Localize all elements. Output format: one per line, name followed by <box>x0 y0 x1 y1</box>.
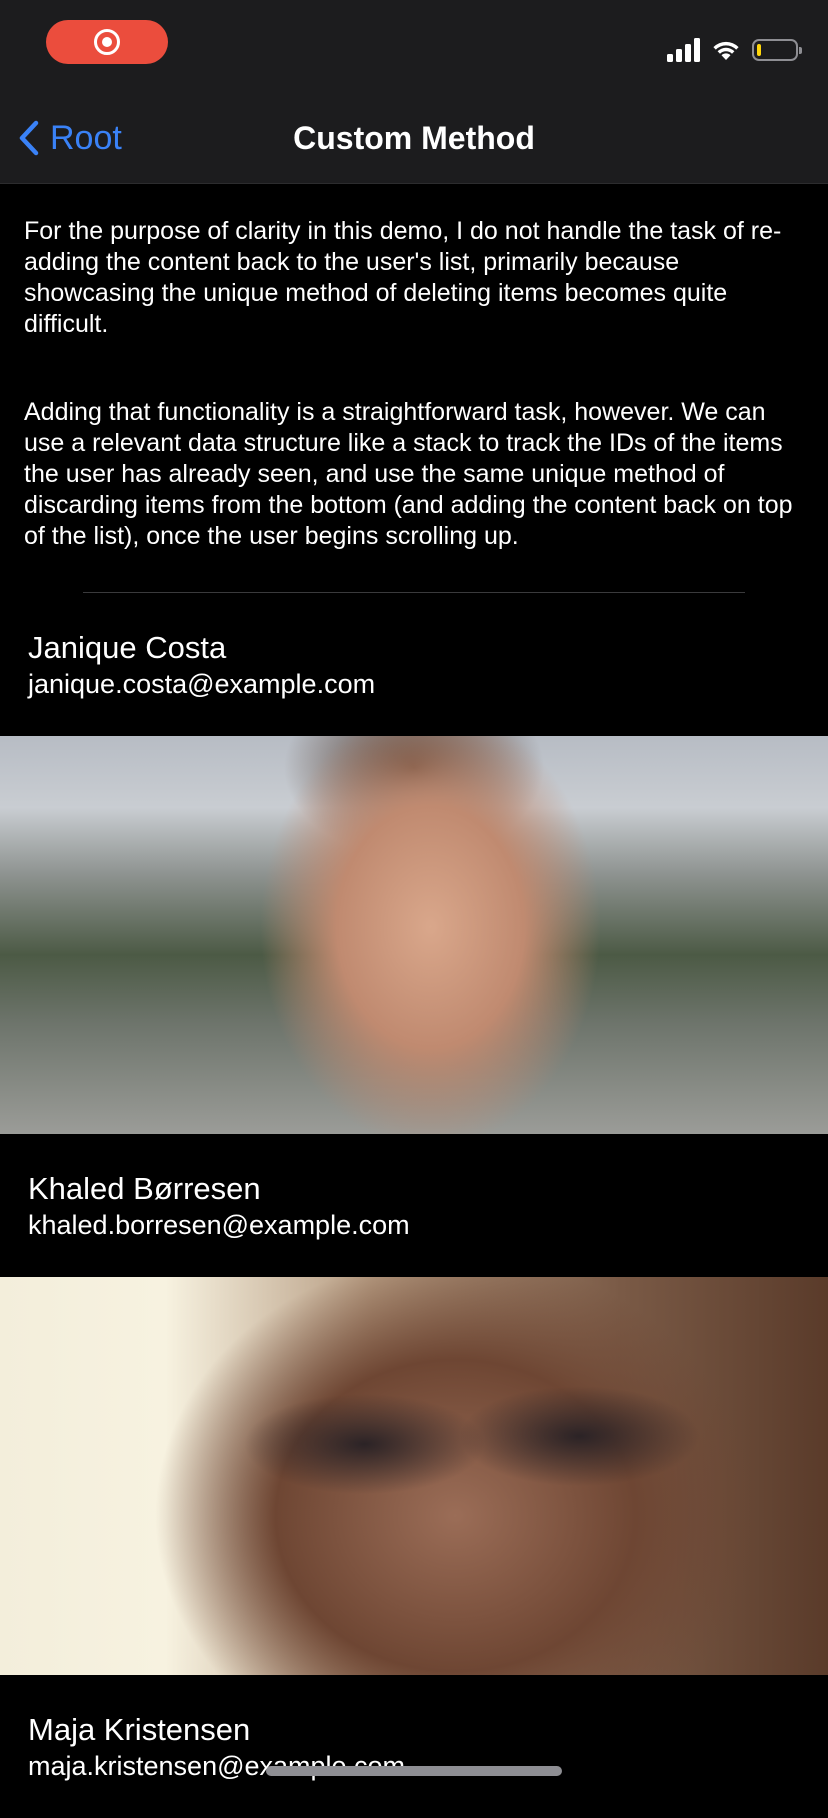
status-icons <box>667 36 802 64</box>
status-bar <box>0 0 828 92</box>
intro-paragraph-2: Adding that functionality is a straightf… <box>24 398 793 550</box>
user-email: khaled.borresen@example.com <box>28 1209 410 1240</box>
user-card[interactable]: Janique Costa janique.costa@example.com <box>0 593 828 1134</box>
wifi-icon <box>713 41 739 60</box>
user-photo[interactable] <box>0 1277 828 1675</box>
user-name: Khaled Børresen <box>28 1170 261 1206</box>
user-card[interactable]: Khaled Børresen khaled.borresen@example.… <box>0 1134 828 1675</box>
user-info: Janique Costa janique.costa@example.com <box>0 593 828 736</box>
intro-paragraph-1: For the purpose of clarity in this demo,… <box>24 217 782 338</box>
user-name: Maja Kristensen <box>28 1711 251 1747</box>
battery-icon <box>752 39 802 61</box>
intro-text: For the purpose of clarity in this demo,… <box>0 184 828 552</box>
screen-recording-indicator[interactable] <box>46 20 168 64</box>
user-card[interactable]: Maja Kristensen maja.kristensen@example.… <box>0 1675 828 1818</box>
home-indicator[interactable] <box>266 1766 562 1776</box>
page-title: Custom Method <box>293 119 535 156</box>
user-info: Khaled Børresen khaled.borresen@example.… <box>0 1134 828 1277</box>
user-photo[interactable] <box>0 736 828 1134</box>
content-scroll-view[interactable]: For the purpose of clarity in this demo,… <box>0 184 828 1818</box>
user-name: Janique Costa <box>28 629 227 665</box>
screen-recording-icon <box>94 29 120 55</box>
battery-level-fill <box>757 44 761 56</box>
navigation-bar: Root Custom Method <box>0 92 828 184</box>
user-info: Maja Kristensen maja.kristensen@example.… <box>0 1675 828 1818</box>
cellular-signal-icon <box>667 38 700 62</box>
user-email: janique.costa@example.com <box>28 668 376 699</box>
